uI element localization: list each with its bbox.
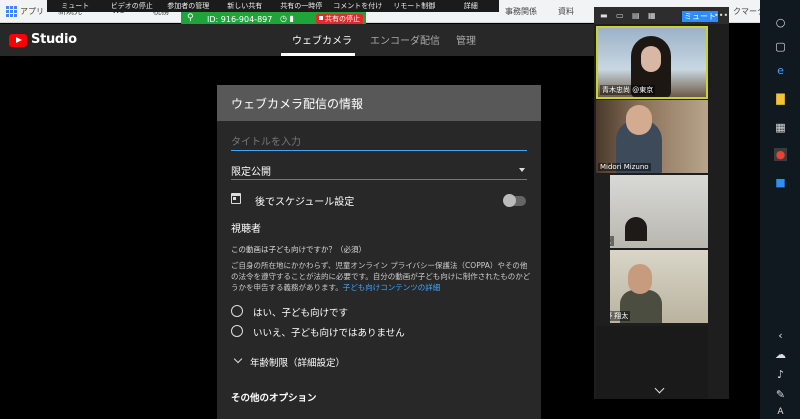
zoom-icon[interactable]: ■ (774, 176, 787, 189)
video-tile-empty[interactable] (596, 326, 708, 399)
video-tile[interactable]: のこ (610, 175, 708, 248)
coppa-description: ご自身の所在地にかかわらず、児童オンライン プライバシー保護法（COPPA）やそ… (231, 260, 531, 293)
bookmark-item[interactable]: 事務関係 (505, 6, 537, 17)
chevron-left-icon[interactable]: ‹ (774, 329, 787, 342)
status-icons: ◷ ▮ (280, 14, 294, 23)
coppa-learn-more-link[interactable]: 子ども向けコンテンツの詳細 (343, 283, 441, 292)
audience-question: この動画は子ども向けですか？（必須） (231, 245, 366, 254)
webcam-stream-dialog: ウェブカメラ配信の情報 タイトルを入力 限定公開 後でスケジュール設定 視聴者 … (217, 85, 541, 419)
chevron-down-icon[interactable] (233, 354, 243, 364)
video-tile[interactable]: 青木忠尚 @東京 (596, 26, 708, 99)
remote-control-button[interactable]: リモート制御 (386, 1, 443, 11)
strip-view-icon[interactable]: ▤ (632, 11, 640, 20)
privacy-select[interactable]: 限定公開 (231, 163, 527, 180)
chrome-icon[interactable]: ● (774, 148, 787, 161)
made-for-kids-yes-radio[interactable] (231, 305, 243, 317)
made-for-kids-no-radio[interactable] (231, 325, 243, 337)
manage-participants-button[interactable]: 参加者の管理 (160, 1, 217, 11)
schedule-label: 後でスケジュール設定 (255, 197, 355, 208)
new-share-button[interactable]: 新しい共有 (217, 1, 274, 11)
mute-badge[interactable]: ミュート (682, 11, 718, 22)
files-icon[interactable]: ▇ (774, 92, 787, 105)
audience-heading: 視聴者 (231, 224, 261, 235)
edge-icon[interactable]: e (774, 64, 787, 77)
windows-taskbar: ○ ▢ e ▇ ▦ ● ■ ‹ ☁ ♪ ✎ A (760, 0, 800, 419)
annotate-button[interactable]: コメントを付け (330, 1, 387, 11)
square-icon[interactable]: ▢ (774, 40, 787, 53)
participant-face (641, 46, 661, 72)
participant-name: 青木忠尚 @東京 (600, 85, 656, 95)
studio-header: Studio ウェブカメラ エンコーダ配信 管理 (0, 24, 594, 56)
tab-encoder[interactable]: エンコーダ配信 (370, 32, 440, 47)
calendar-icon (231, 193, 241, 204)
zoom-share-toolbar: ミュート ビデオの停止 参加者の管理 新しい共有 共有の一時停 コメントを付け … (47, 0, 499, 12)
stop-share-button[interactable]: 共有の停止 (316, 14, 363, 24)
cloud-icon[interactable]: ☁ (774, 348, 787, 361)
layout-icon[interactable]: ▬ (600, 11, 608, 20)
apps-grid-icon[interactable] (6, 6, 17, 17)
mute-button[interactable]: ミュート (47, 1, 104, 11)
age-restriction-toggle[interactable]: 年齢制限（詳細設定） (250, 355, 345, 369)
privacy-value: 限定公開 (231, 167, 271, 178)
circle-icon[interactable]: ○ (774, 16, 787, 29)
studio-logo-text[interactable]: Studio (31, 32, 77, 47)
dropdown-arrow-icon (519, 168, 525, 172)
calendar-icon[interactable]: ▦ (774, 121, 787, 134)
video-tile[interactable]: 中野 翔太 (610, 250, 708, 323)
meeting-id: ID: 916-904-897 (207, 14, 273, 24)
participant-name: 中野 翔太 (610, 311, 631, 321)
dialog-title: ウェブカメラ配信の情報 (231, 97, 364, 111)
dialog-header: ウェブカメラ配信の情報 (217, 85, 541, 121)
gallery-topbar: ▬ ▭ ▤ ▦ ミュート ••• (594, 7, 729, 24)
bookmark-item[interactable]: 資料 (558, 6, 574, 17)
schedule-toggle[interactable] (503, 194, 526, 207)
volume-icon[interactable]: ♪ (774, 368, 787, 381)
participant-face (626, 105, 652, 135)
active-tab-indicator (281, 53, 355, 56)
tab-manage[interactable]: 管理 (456, 32, 476, 47)
other-options-heading: その他のオプション (231, 393, 317, 404)
youtube-logo-icon[interactable] (9, 34, 27, 47)
stop-video-button[interactable]: ビデオの停止 (104, 1, 161, 11)
more-icon[interactable]: ••• (714, 11, 728, 20)
title-input[interactable]: タイトルを入力 (231, 133, 527, 151)
pause-share-button[interactable]: 共有の一時停 (273, 1, 330, 11)
gallery-view-icon[interactable]: ▦ (648, 11, 656, 20)
zoom-video-gallery: ▬ ▭ ▤ ▦ ミュート ••• 青木忠尚 @東京 Midori Mizuno … (594, 7, 729, 399)
pen-icon[interactable]: ✎ (774, 388, 787, 401)
speaker-view-icon[interactable]: ▭ (616, 11, 624, 20)
participant-video (625, 217, 647, 241)
input-mode-icon[interactable]: A (774, 406, 787, 419)
bookmark-apps[interactable]: アプリ (20, 6, 44, 17)
pin-icon[interactable]: ⚲ (187, 13, 194, 23)
more-button[interactable]: 詳細 (443, 1, 500, 11)
participant-name: のこ (610, 236, 614, 246)
made-for-kids-no-label[interactable]: いいえ、子ども向けではありません (253, 325, 405, 339)
participant-face (628, 264, 652, 294)
participant-name: Midori Mizuno (598, 163, 651, 171)
tab-webcam[interactable]: ウェブカメラ (292, 32, 352, 47)
video-tile[interactable]: Midori Mizuno (596, 100, 708, 173)
made-for-kids-yes-label[interactable]: はい、子ども向けです (253, 305, 348, 319)
